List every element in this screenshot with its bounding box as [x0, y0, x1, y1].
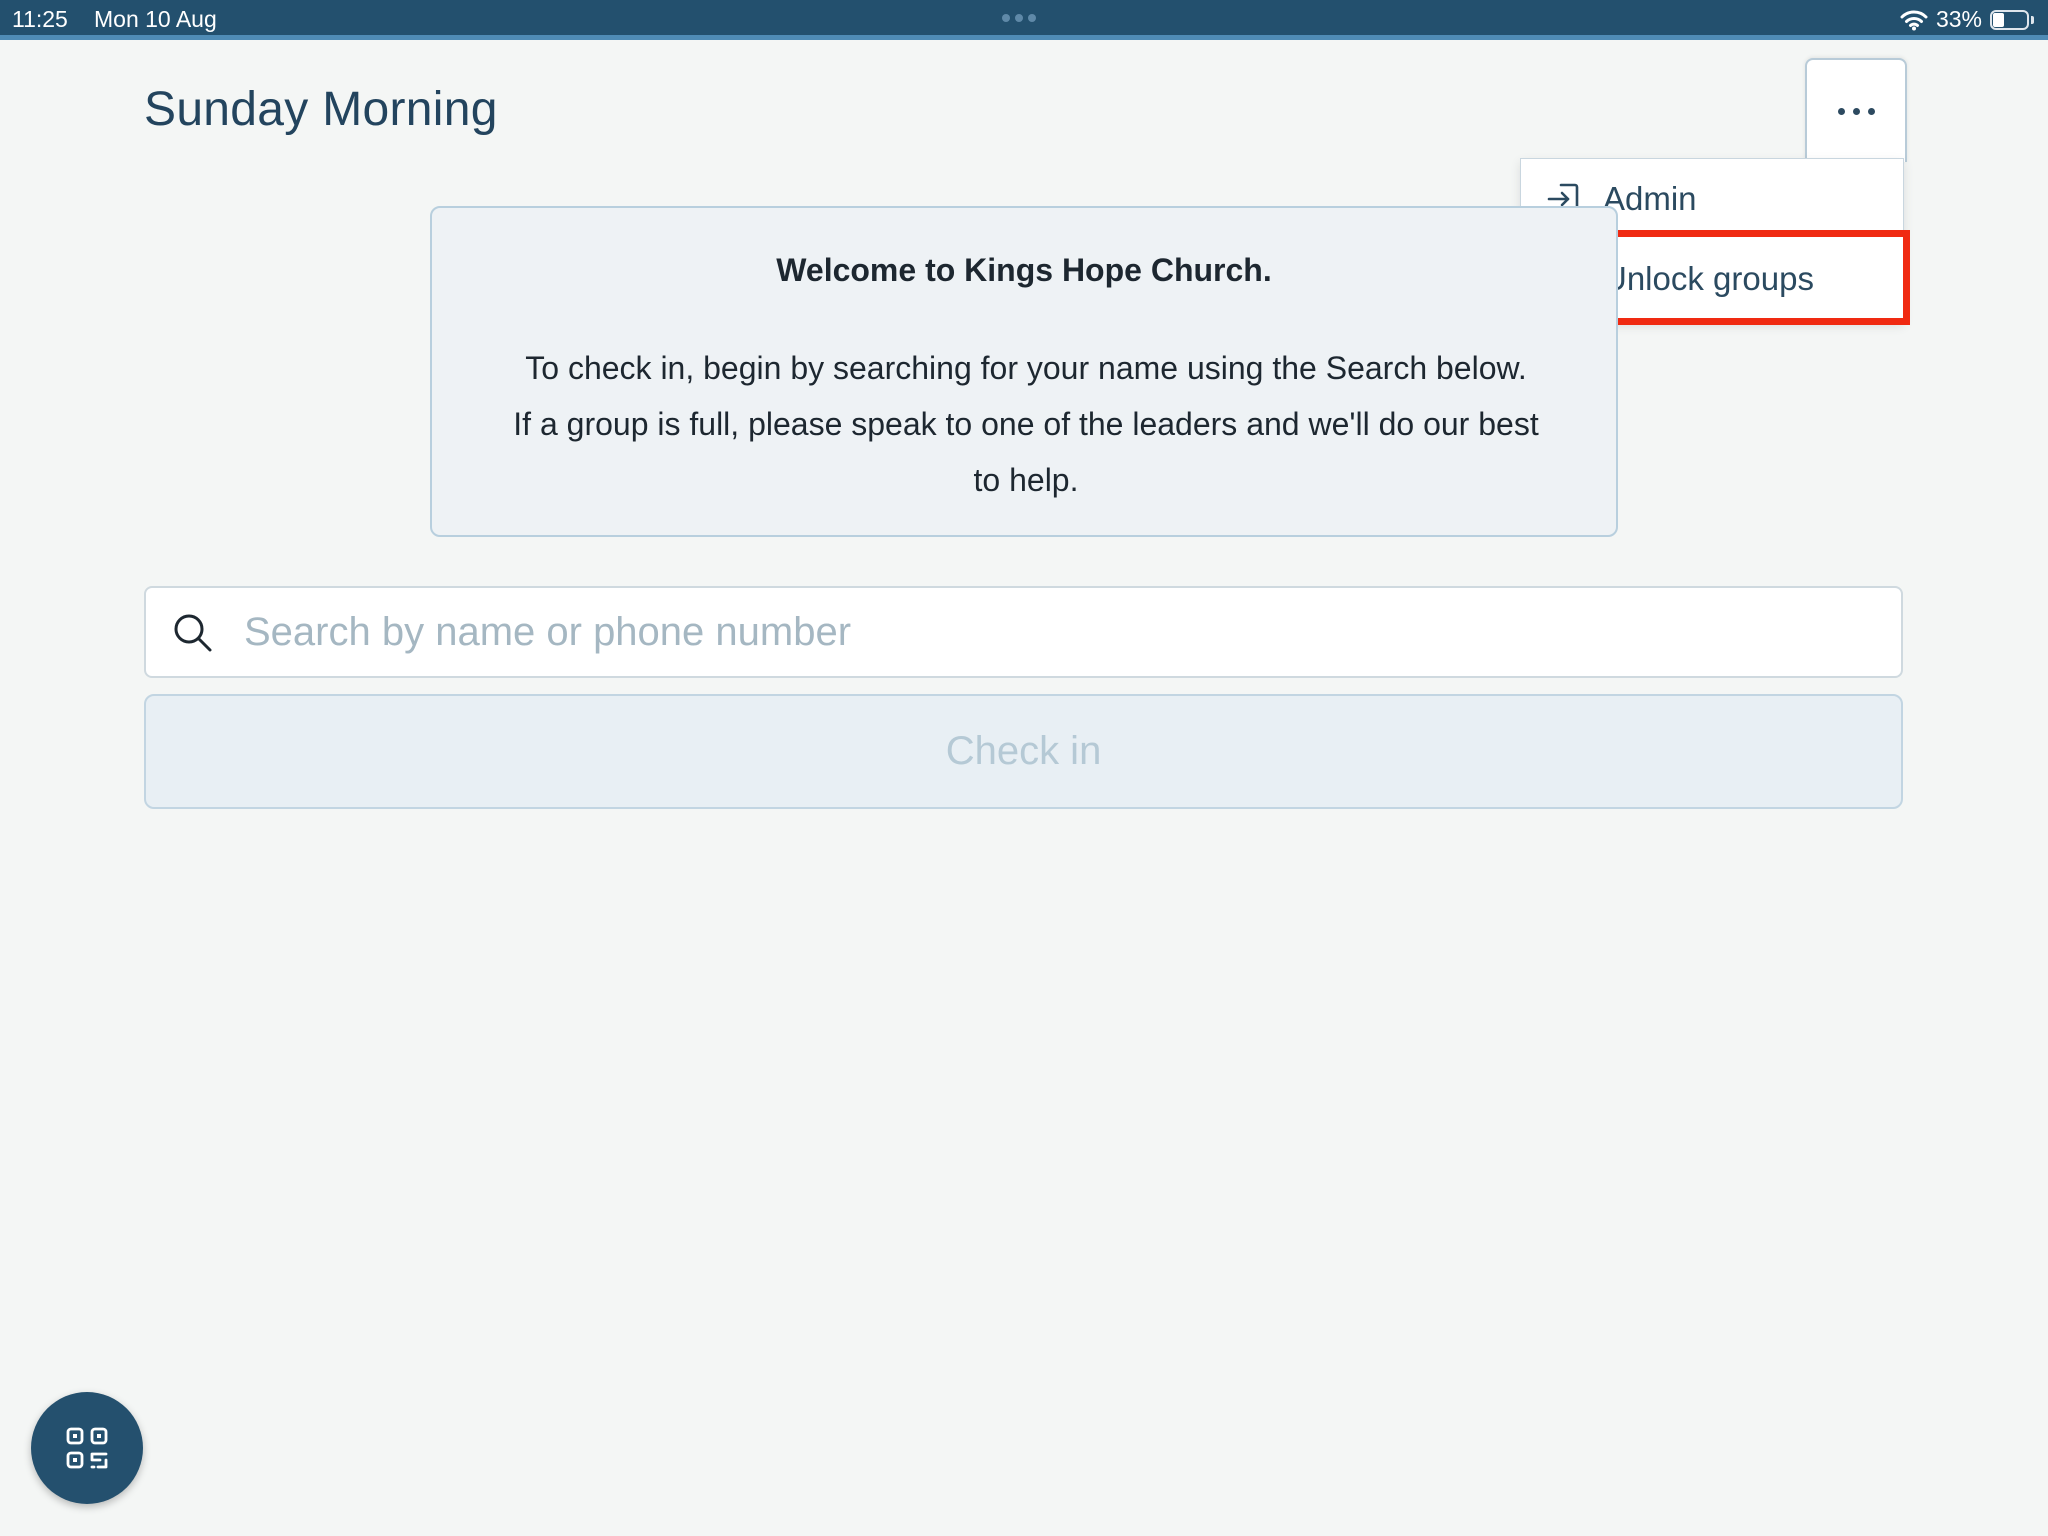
- search-input[interactable]: [242, 588, 1882, 676]
- battery-icon: [1990, 9, 2034, 31]
- status-bar: 11:25 Mon 10 Aug 33%: [0, 0, 2048, 40]
- qr-scan-button[interactable]: [31, 1392, 143, 1504]
- welcome-line: to help.: [973, 462, 1079, 498]
- status-date: Mon 10 Aug: [94, 6, 217, 32]
- wifi-icon: [1900, 10, 1928, 30]
- welcome-line: If a group is full, please speak to one …: [513, 406, 1539, 442]
- page-title: Sunday Morning: [144, 83, 498, 136]
- status-time: 11:25: [12, 6, 68, 32]
- search-icon: [174, 614, 212, 652]
- welcome-title: Welcome to Kings Hope Church.: [776, 252, 1272, 288]
- more-horizontal-icon: [1837, 107, 1845, 115]
- search-box[interactable]: [144, 586, 1903, 678]
- welcome-card: Welcome to Kings Hope Church. To check i…: [430, 206, 1618, 537]
- status-indicators: 33%: [1900, 6, 2034, 33]
- welcome-line: To check in, begin by searching for your…: [525, 350, 1527, 386]
- welcome-message: To check in, begin by searching for your…: [472, 340, 1580, 508]
- check-in-button[interactable]: Check in: [144, 694, 1903, 809]
- more-options-button[interactable]: [1805, 58, 1907, 162]
- multitasking-indicator[interactable]: [1002, 14, 1036, 22]
- menu-item-label: Unlock groups: [1603, 260, 1814, 297]
- qr-scan-icon: [66, 1427, 108, 1469]
- battery-percent: 33%: [1935, 6, 1982, 32]
